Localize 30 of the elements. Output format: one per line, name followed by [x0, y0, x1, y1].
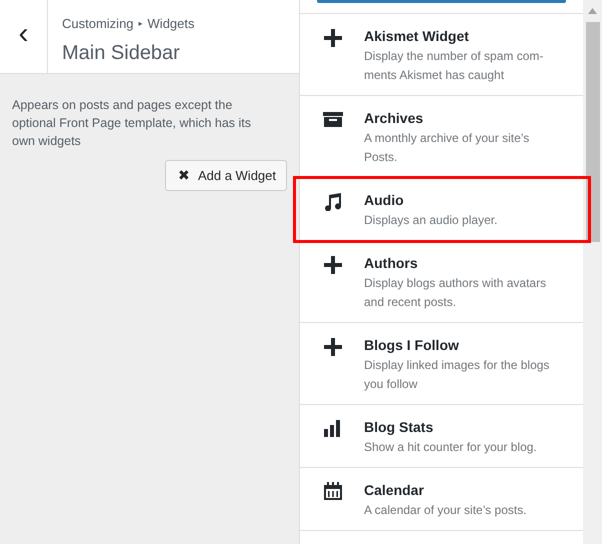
widget-name: Blog Stats [364, 418, 434, 436]
panel-title: Main Sidebar [62, 40, 181, 66]
widget-name: Archives [364, 109, 424, 127]
plus-icon [322, 27, 344, 47]
widget-description: Display linked images for the blogs you follow [364, 357, 550, 393]
widget-description: Display the number of spam com-ments Akismet has caught [364, 48, 544, 84]
breadcrumb-separator: ▸ [138, 18, 143, 30]
widget-name: Blogs I Follow [364, 336, 460, 354]
widget-description: A monthly archive of your site’s Posts. [364, 130, 530, 166]
plus-icon [322, 254, 344, 274]
search-field[interactable] [317, 0, 566, 3]
widget-name: Akismet Widget [364, 27, 470, 45]
sidebar-description: Appears on posts and pages except the optional Front Page template, which has its own widgets [11, 97, 252, 150]
add-widget-button[interactable]: ✖ Add a Widget [164, 160, 287, 192]
music-note-icon [322, 191, 344, 211]
widget-description: Show a hit counter for your blog. [364, 439, 537, 456]
widget-name: Authors [364, 254, 419, 272]
plus-icon [322, 336, 344, 356]
scrollbar[interactable] [583, 0, 602, 544]
scrollbar-thumb[interactable] [586, 22, 600, 242]
widget-description: Display blogs authors with avatars and recent posts. [364, 275, 548, 311]
calendar-icon [322, 481, 344, 501]
scroll-up-icon[interactable] [588, 8, 597, 14]
widget-name: Calendar [364, 481, 425, 499]
archive-box-icon [322, 109, 344, 129]
widget-description: A calendar of your site’s posts. [364, 502, 527, 519]
highlighted-widget-item[interactable]: Audio Displays an audio player. [295, 178, 589, 241]
widget-description: Displays an audio player. [364, 212, 498, 229]
widget-name: Audio [364, 191, 405, 209]
breadcrumb-current: Widgets [148, 15, 194, 33]
